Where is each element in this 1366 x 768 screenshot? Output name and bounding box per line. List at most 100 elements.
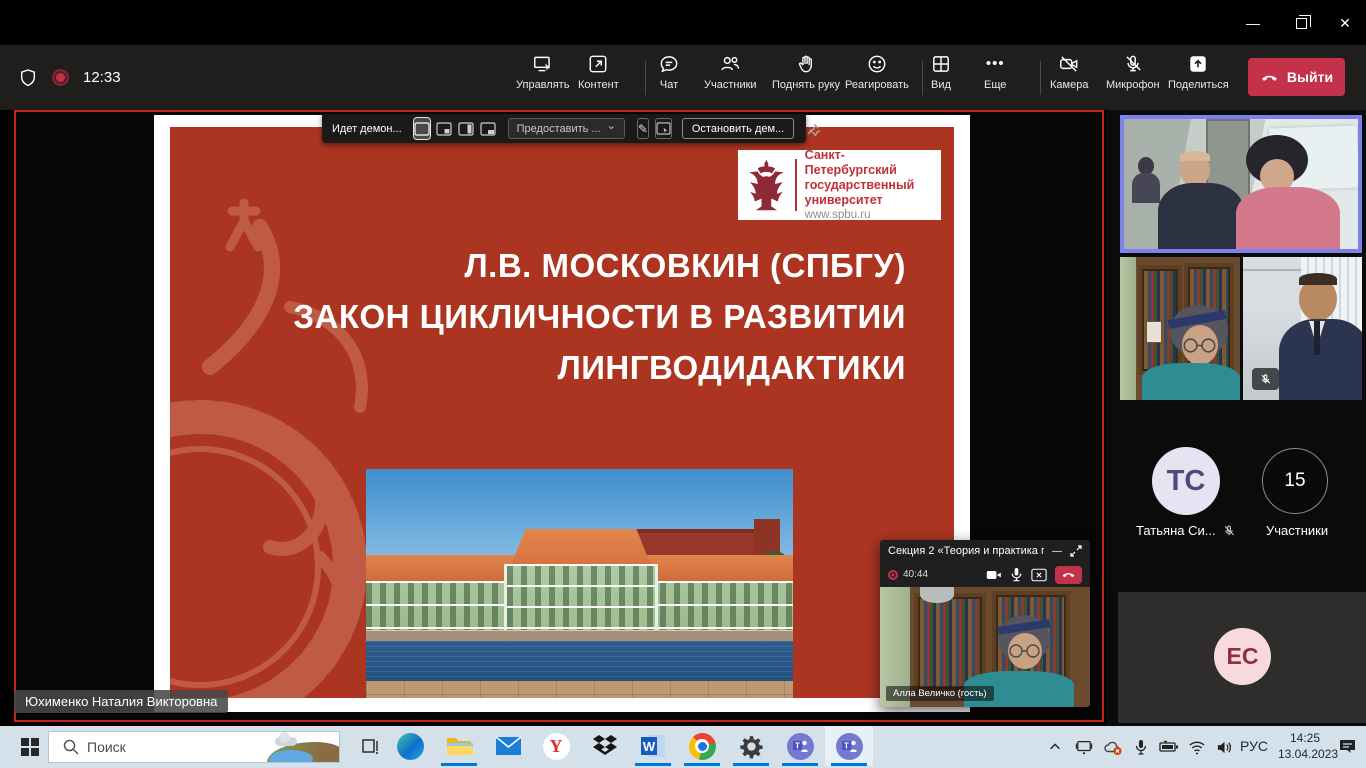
pip-camera-button[interactable] <box>986 568 1002 582</box>
microphone-button[interactable]: Микрофон <box>1106 53 1160 91</box>
pip-camera-icon <box>986 568 1002 582</box>
window-minimize-button[interactable]: — <box>1238 12 1268 34</box>
shared-screen-region: Санкт-Петербургский государственный унив… <box>14 110 1104 722</box>
action-center-icon <box>1338 737 1357 755</box>
search-highlights-thumbnail[interactable] <box>247 732 339 762</box>
window-close-button[interactable]: ✕ <box>1330 12 1360 34</box>
participants-button[interactable]: Участники <box>704 53 757 91</box>
taskbar-yandex-button[interactable]: Y <box>532 726 580 766</box>
manage-icon <box>532 53 554 75</box>
university-logo: Санкт-Петербургский государственный унив… <box>738 150 941 220</box>
participant-avatar-ec: ЕС <box>1214 628 1271 685</box>
cloud-icon <box>275 737 297 746</box>
yandex-browser-icon: Y <box>543 733 570 760</box>
tray-onedrive-button[interactable] <box>1102 737 1124 757</box>
teams-icon: T <box>787 733 814 760</box>
pen-icon: ✎ <box>638 122 648 136</box>
taskbar-search[interactable] <box>48 731 340 763</box>
university-building-photo <box>366 469 793 698</box>
layout-overlay-button[interactable] <box>436 118 452 139</box>
layout-bottom-button[interactable] <box>480 118 496 139</box>
taskbar-edge-button[interactable] <box>386 726 434 766</box>
pip-hangup-icon <box>1061 567 1076 582</box>
tray-screenshare-button[interactable] <box>1073 737 1095 757</box>
taskbar-settings-button[interactable] <box>727 726 775 766</box>
tray-microphone-button[interactable] <box>1130 737 1152 757</box>
overflow-participants-tile[interactable]: 15 <box>1262 448 1328 514</box>
presentation-slide: Санкт-Петербургский государственный унив… <box>154 115 970 712</box>
view-button[interactable]: Вид <box>930 53 952 91</box>
active-speaker-video[interactable] <box>1120 115 1362 253</box>
pip-mic-button[interactable] <box>1010 567 1023 582</box>
meeting-timer: 12:33 <box>83 69 121 86</box>
give-control-dropdown[interactable]: Предоставить ... ⌄ <box>508 118 625 139</box>
search-input[interactable] <box>87 739 237 755</box>
tray-battery-button[interactable] <box>1158 737 1180 757</box>
taskbar-explorer-button[interactable] <box>435 726 483 766</box>
pip-call-window[interactable]: Секция 2 «Теория и практика преп... — 40… <box>880 540 1090 707</box>
react-button[interactable]: Реагировать <box>845 53 909 91</box>
taskbar-teams-button[interactable]: T <box>776 726 824 766</box>
share-icon <box>1187 53 1209 75</box>
pin-icon[interactable] <box>806 122 820 136</box>
pip-stop-share-icon <box>1031 568 1047 582</box>
pip-hangup-button[interactable] <box>1055 566 1082 584</box>
taskbar-teams-active-button[interactable]: T <box>825 726 873 766</box>
pip-stop-share-button[interactable] <box>1031 568 1047 582</box>
pip-expand-button[interactable] <box>1070 545 1082 557</box>
taskbar-chrome-button[interactable] <box>678 726 726 766</box>
action-center-button[interactable] <box>1336 736 1358 756</box>
taskbar-word-button[interactable]: W <box>629 726 677 766</box>
layout-side-icon <box>458 122 474 136</box>
raise-hand-icon <box>795 53 817 75</box>
participant-video[interactable] <box>1243 257 1362 400</box>
cloud-error-icon <box>1103 739 1123 756</box>
slide-title-line3: ЛИНГВОДИДАКТИКИ <box>206 342 906 393</box>
camera-button[interactable]: Камера <box>1050 53 1088 91</box>
pip-minimize-button[interactable]: — <box>1052 546 1062 557</box>
dropbox-icon <box>592 734 618 758</box>
taskbar-mail-button[interactable] <box>484 726 532 766</box>
react-icon <box>866 53 888 75</box>
stop-sharing-button[interactable]: Остановить дем... <box>682 118 794 139</box>
leave-button[interactable]: Выйти <box>1248 58 1345 96</box>
layout-full-button[interactable] <box>414 118 430 139</box>
tray-chevron-button[interactable] <box>1044 737 1066 757</box>
pointer-button[interactable] <box>655 118 672 139</box>
tray-wifi-button[interactable] <box>1186 737 1208 757</box>
participant-name-tc: Татьяна Си... <box>1136 523 1236 538</box>
svg-text:W: W <box>643 739 656 754</box>
participants-icon <box>719 53 741 75</box>
taskbar-dropbox-button[interactable] <box>581 726 629 766</box>
participant-tile-ec[interactable]: ЕС <box>1118 592 1366 723</box>
toolbar-divider <box>922 61 923 95</box>
svg-text:T: T <box>844 742 849 751</box>
chat-button[interactable]: Чат <box>658 53 680 91</box>
more-button[interactable]: ••• Еще <box>984 53 1006 91</box>
raise-hand-button[interactable]: Поднять руку <box>772 53 840 91</box>
logo-line1: Санкт-Петербургский <box>805 148 933 178</box>
window-restore-button[interactable] <box>1286 12 1316 34</box>
mic-off-icon <box>1259 373 1272 386</box>
tray-volume-button[interactable] <box>1213 737 1235 757</box>
screen-pointer-icon <box>656 122 671 135</box>
layout-side-button[interactable] <box>458 118 474 139</box>
wifi-icon <box>1188 740 1206 755</box>
logo-divider <box>795 159 797 211</box>
manage-button[interactable]: Управлять <box>516 53 569 91</box>
participant-avatar-tc[interactable]: ТС <box>1152 447 1220 515</box>
more-icon: ••• <box>986 53 1005 75</box>
annotate-button[interactable]: ✎ <box>637 118 649 139</box>
tray-clock-button[interactable]: 14:25 13.04.2023 <box>1278 730 1332 762</box>
slide-title: Л.В. МОСКОВКИН (СПБГУ) ЗАКОН ЦИКЛИЧНОСТИ… <box>206 240 906 393</box>
screen-cast-icon <box>1075 739 1093 755</box>
meeting-toolbar: 12:33 Управлять Контент Чат Участники По… <box>0 45 1366 110</box>
content-button[interactable]: Контент <box>578 53 619 91</box>
view-grid-icon <box>930 53 952 75</box>
share-button[interactable]: Поделиться <box>1168 53 1229 91</box>
start-button[interactable] <box>10 734 50 760</box>
participants-sidebar: ТС Татьяна Си... 15 Участники ЕС <box>1106 110 1366 726</box>
participant-video[interactable] <box>1120 257 1240 400</box>
tray-language-button[interactable]: РУС <box>1240 726 1268 766</box>
expand-icon <box>1070 545 1082 557</box>
